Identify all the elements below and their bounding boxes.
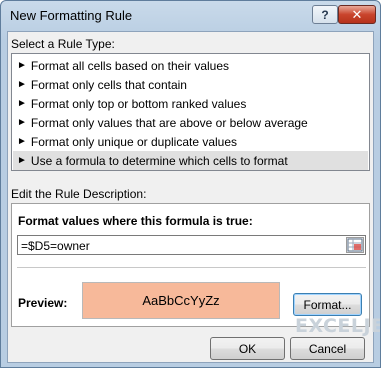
formula-heading: Format values where this formula is true… — [18, 214, 253, 228]
rule-type-label: Select a Rule Type: — [11, 37, 115, 51]
close-button[interactable]: ✕ — [338, 5, 376, 24]
format-preview: AaBbCcYyZz — [82, 282, 280, 319]
rule-type-item-label: Format only values that are above or bel… — [30, 115, 308, 130]
rule-type-item-label: Format only top or bottom ranked values — [30, 96, 247, 111]
bullet-icon: ► — [17, 60, 27, 71]
bullet-icon: ► — [17, 79, 27, 90]
rule-type-list[interactable]: ► Format all cells based on their values… — [11, 53, 370, 171]
help-button[interactable]: ? — [312, 5, 338, 24]
preview-label: Preview: — [18, 296, 68, 310]
cancel-button[interactable]: Cancel — [290, 337, 365, 360]
preview-sample-text: AaBbCcYyZz — [142, 293, 220, 308]
rule-type-item-all-cells[interactable]: ► Format all cells based on their values — [13, 56, 368, 75]
rule-type-item-label: Format only cells that contain — [30, 77, 187, 92]
range-select-icon — [347, 238, 363, 252]
format-button[interactable]: Format... — [293, 293, 362, 316]
watermark-logo: EXCELJET — [295, 315, 380, 337]
bullet-icon: ► — [17, 117, 27, 128]
bullet-icon: ► — [17, 98, 27, 109]
rule-type-item-label: Format all cells based on their values — [30, 58, 229, 73]
dialog-title: New Formatting Rule — [10, 8, 133, 23]
ok-button[interactable]: OK — [210, 337, 285, 360]
formula-input-value: =$D5=owner — [21, 239, 90, 253]
rule-type-item-use-formula[interactable]: ► Use a formula to determine which cells… — [13, 151, 368, 170]
collapse-dialog-button[interactable] — [346, 237, 364, 253]
bullet-icon: ► — [17, 136, 27, 147]
divider — [17, 267, 366, 268]
rule-type-item-label: Format only unique or duplicate values — [30, 134, 238, 149]
rule-type-item-label: Use a formula to determine which cells t… — [30, 153, 288, 168]
formula-input[interactable]: =$D5=owner — [17, 235, 366, 255]
title-bar: New Formatting Rule ? ✕ — [1, 1, 380, 31]
rule-description-panel: Format values where this formula is true… — [11, 203, 370, 327]
new-formatting-rule-dialog: New Formatting Rule ? ✕ Select a Rule Ty… — [0, 0, 381, 368]
rule-description-label: Edit the Rule Description: — [11, 187, 147, 201]
rule-type-item-unique-duplicate[interactable]: ► Format only unique or duplicate values — [13, 132, 368, 151]
rule-type-item-top-bottom[interactable]: ► Format only top or bottom ranked value… — [13, 94, 368, 113]
rule-type-item-cells-contain[interactable]: ► Format only cells that contain — [13, 75, 368, 94]
dialog-body: Select a Rule Type: ► Format all cells b… — [7, 31, 380, 363]
bullet-icon: ► — [17, 155, 27, 166]
rule-type-item-above-below-average[interactable]: ► Format only values that are above or b… — [13, 113, 368, 132]
